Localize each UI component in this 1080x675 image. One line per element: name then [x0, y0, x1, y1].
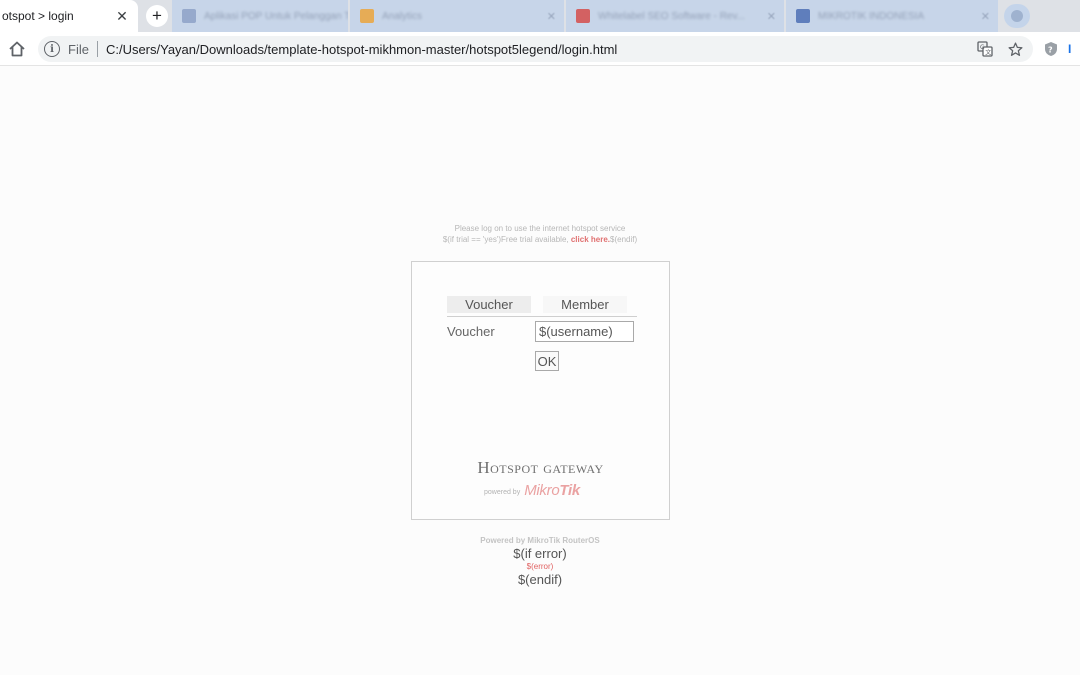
url-text[interactable]: C:/Users/Yayan/Downloads/template-hotspo… — [106, 42, 617, 57]
tab-background-1[interactable]: Aplikasi POP Untuk Pelanggan T... ✕ — [172, 0, 348, 32]
tab-title: Analytics — [382, 10, 423, 22]
tab-hotspot-login[interactable]: otspot > login ✕ — [0, 0, 138, 32]
trial-notice: $(if trial == 'yes')Free trial available… — [0, 235, 1080, 244]
brand-part-1: Mikro — [524, 482, 560, 499]
tab-title: otspot > login — [2, 9, 74, 23]
info-icon[interactable]: i — [44, 41, 60, 57]
page-favicon-icon — [182, 9, 196, 23]
translate-icon: G 文 — [977, 41, 993, 57]
scheme-label: File — [68, 41, 89, 57]
trial-notice-suffix: $(endif) — [610, 235, 638, 244]
translate-button[interactable]: G 文 — [975, 39, 995, 59]
login-notice: Please log on to use the internet hotspo… — [454, 224, 626, 233]
close-tab-icon[interactable]: ✕ — [981, 10, 990, 23]
hotspot-gateway-title: Hotspot gateway — [477, 458, 604, 477]
tabs-divider — [447, 316, 637, 317]
login-card: Voucher Member Voucher OK Hotspot gatewa… — [411, 261, 670, 520]
tab-member[interactable]: Member — [543, 296, 627, 313]
voucher-input[interactable] — [535, 321, 634, 342]
shield-icon: ? — [1045, 42, 1057, 56]
mikrotik-logo: MikroTik — [524, 482, 580, 499]
profile-icon — [1011, 10, 1023, 22]
address-bar[interactable]: i File C:/Users/Yayan/Downloads/template… — [38, 36, 1033, 62]
tab-title: MIKROTIK INDONESIA — [818, 10, 925, 22]
svg-text:?: ? — [1048, 46, 1053, 55]
facebook-favicon-icon — [796, 9, 810, 23]
tab-background-2[interactable]: Analytics ✕ — [350, 0, 564, 32]
hotspot-login-page: Please log on to use the internet hotspo… — [0, 66, 1080, 675]
browser-profile-button[interactable] — [1004, 4, 1030, 28]
extension-icon-partial[interactable]: I — [1068, 39, 1080, 59]
ok-button[interactable]: OK — [535, 351, 559, 371]
tab-title: Whitelabel SEO Software - Rev... — [598, 10, 746, 22]
home-icon — [9, 41, 25, 57]
endif-template: $(endif) — [517, 572, 563, 587]
if-error-template: $(if error) — [513, 546, 567, 561]
tab-voucher[interactable]: Voucher — [447, 296, 531, 313]
home-button[interactable] — [6, 38, 28, 60]
svg-text:文: 文 — [985, 49, 991, 57]
close-tab-icon[interactable]: ✕ — [767, 10, 776, 23]
tab-title: Aplikasi POP Untuk Pelanggan T... — [204, 10, 348, 22]
svg-text:G: G — [980, 44, 985, 51]
tab-background-4[interactable]: MIKROTIK INDONESIA ✕ — [786, 0, 998, 32]
trial-notice-prefix: $(if trial == 'yes')Free trial available… — [442, 235, 571, 244]
close-tab-icon[interactable]: ✕ — [547, 10, 556, 23]
close-tab-icon[interactable]: ✕ — [114, 8, 130, 24]
powered-by-routeros: Powered by MikroTik RouterOS — [480, 536, 600, 545]
new-tab-button[interactable]: + — [146, 5, 168, 27]
analytics-favicon-icon — [360, 9, 374, 23]
trial-link[interactable]: click here. — [571, 235, 610, 244]
bookmark-star-button[interactable] — [1005, 39, 1025, 59]
brand-part-2: Tik — [559, 482, 580, 499]
error-message: $(error) — [526, 562, 554, 571]
star-icon — [1007, 41, 1023, 56]
tab-background-3[interactable]: Whitelabel SEO Software - Rev... ✕ — [566, 0, 784, 32]
extension-button[interactable]: ? — [1041, 39, 1061, 59]
tab-strip: otspot > login ✕ + Aplikasi POP Untuk Pe… — [0, 0, 1080, 32]
address-separator — [96, 41, 98, 57]
mikrotik-branding: powered by MikroTik — [484, 481, 580, 499]
voucher-label: Voucher — [447, 324, 495, 339]
powered-by-label: powered by — [484, 489, 521, 496]
page-favicon-icon — [576, 9, 590, 23]
browser-toolbar: i File C:/Users/Yayan/Downloads/template… — [0, 32, 1080, 66]
